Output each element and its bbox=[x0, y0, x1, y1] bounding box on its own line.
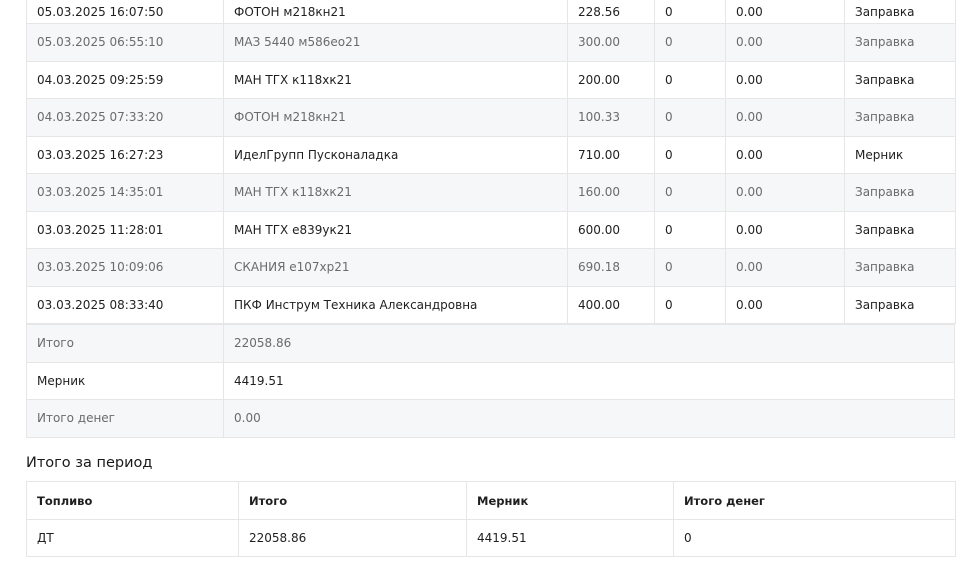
count-cell: 0 bbox=[654, 135, 726, 174]
count-cell: 0 bbox=[654, 98, 726, 137]
table-row[interactable]: 04.03.2025 07:33:20 ФОТОН м218кн21 100.3… bbox=[26, 98, 956, 137]
amount-cell: 0.00 bbox=[725, 0, 845, 24]
table-row[interactable]: 04.03.2025 09:25:59 МАН ТГХ к118хк21 200… bbox=[26, 60, 956, 99]
meter-cell: 4419.51 bbox=[466, 519, 674, 557]
name-cell: МАЗ 5440 м586ео21 bbox=[223, 23, 568, 62]
header-meter: Мерник bbox=[466, 481, 674, 520]
type-cell: Заправка bbox=[844, 98, 956, 137]
name-cell: МАН ТГХ е839ук21 bbox=[223, 210, 568, 249]
meter-label: Мерник bbox=[26, 361, 224, 400]
table-row[interactable]: 03.03.2025 14:35:01 МАН ТГХ к118хк21 160… bbox=[26, 173, 956, 212]
table-row[interactable]: 05.03.2025 06:55:10 МАЗ 5440 м586ео21 30… bbox=[26, 23, 956, 62]
total-cell: 22058.86 bbox=[238, 519, 467, 557]
volume-cell: 200.00 bbox=[567, 60, 655, 99]
total-row: Итого 22058.86 bbox=[26, 324, 955, 363]
transactions-section: 05.03.2025 16:07:50 ФОТОН м218кн21 228.5… bbox=[26, 0, 956, 438]
count-cell: 0 bbox=[654, 60, 726, 99]
volume-cell: 228.56 bbox=[567, 0, 655, 24]
type-cell: Заправка bbox=[844, 248, 956, 287]
count-cell: 0 bbox=[654, 285, 726, 324]
volume-cell: 100.33 bbox=[567, 98, 655, 137]
amount-cell: 0.00 bbox=[725, 23, 845, 62]
datetime-cell: 05.03.2025 06:55:10 bbox=[26, 23, 224, 62]
type-cell: Заправка bbox=[844, 173, 956, 212]
amount-cell: 0.00 bbox=[725, 285, 845, 324]
table-row[interactable]: 03.03.2025 08:33:40 ПКФ Инструм Техника … bbox=[26, 285, 956, 324]
money-cell: 0 bbox=[673, 519, 956, 557]
volume-cell: 160.00 bbox=[567, 173, 655, 212]
meter-row: Мерник 4419.51 bbox=[26, 361, 955, 400]
money-label: Итого денег bbox=[26, 399, 224, 438]
name-cell: ФОТОН м218кн21 bbox=[223, 98, 568, 137]
amount-cell: 0.00 bbox=[725, 173, 845, 212]
type-cell: Мерник bbox=[844, 135, 956, 174]
total-value: 22058.86 bbox=[223, 324, 955, 363]
datetime-cell: 03.03.2025 10:09:06 bbox=[26, 248, 224, 287]
volume-cell: 600.00 bbox=[567, 210, 655, 249]
name-cell: МАН ТГХ к118хк21 bbox=[223, 60, 568, 99]
period-summary-table: Топливо Итого Мерник Итого денег ДТ 2205… bbox=[26, 481, 956, 557]
volume-cell: 400.00 bbox=[567, 285, 655, 324]
datetime-cell: 03.03.2025 16:27:23 bbox=[26, 135, 224, 174]
amount-cell: 0.00 bbox=[725, 210, 845, 249]
count-cell: 0 bbox=[654, 23, 726, 62]
datetime-cell: 04.03.2025 07:33:20 bbox=[26, 98, 224, 137]
amount-cell: 0.00 bbox=[725, 248, 845, 287]
count-cell: 0 bbox=[654, 173, 726, 212]
fuel-cell: ДТ bbox=[26, 519, 239, 557]
money-row: Итого денег 0.00 bbox=[26, 399, 955, 438]
type-cell: Заправка bbox=[844, 210, 956, 249]
period-summary-title: Итого за период bbox=[26, 455, 153, 471]
totals-table: Итого 22058.86 Мерник 4419.51 Итого дене… bbox=[26, 324, 955, 438]
volume-cell: 710.00 bbox=[567, 135, 655, 174]
datetime-cell: 03.03.2025 11:28:01 bbox=[26, 210, 224, 249]
type-cell: Заправка bbox=[844, 0, 956, 24]
period-row: ДТ 22058.86 4419.51 0 bbox=[26, 519, 956, 557]
total-label: Итого bbox=[26, 324, 224, 363]
datetime-cell: 03.03.2025 08:33:40 bbox=[26, 285, 224, 324]
type-cell: Заправка bbox=[844, 285, 956, 324]
name-cell: МАН ТГХ к118хк21 bbox=[223, 173, 568, 212]
transactions-table: 05.03.2025 16:07:50 ФОТОН м218кн21 228.5… bbox=[26, 0, 956, 324]
count-cell: 0 bbox=[654, 248, 726, 287]
name-cell: ФОТОН м218кн21 bbox=[223, 0, 568, 24]
count-cell: 0 bbox=[654, 0, 726, 24]
meter-value: 4419.51 bbox=[223, 361, 955, 400]
name-cell: ИделГрупп Пусконаладка bbox=[223, 135, 568, 174]
type-cell: Заправка bbox=[844, 60, 956, 99]
table-row[interactable]: 03.03.2025 11:28:01 МАН ТГХ е839ук21 600… bbox=[26, 210, 956, 249]
amount-cell: 0.00 bbox=[725, 98, 845, 137]
volume-cell: 300.00 bbox=[567, 23, 655, 62]
header-money: Итого денег bbox=[673, 481, 956, 520]
datetime-cell: 05.03.2025 16:07:50 bbox=[26, 0, 224, 24]
money-value: 0.00 bbox=[223, 399, 955, 438]
volume-cell: 690.18 bbox=[567, 248, 655, 287]
table-row[interactable]: 03.03.2025 10:09:06 СКАНИЯ е107хр21 690.… bbox=[26, 248, 956, 287]
amount-cell: 0.00 bbox=[725, 135, 845, 174]
name-cell: СКАНИЯ е107хр21 bbox=[223, 248, 568, 287]
type-cell: Заправка bbox=[844, 23, 956, 62]
datetime-cell: 04.03.2025 09:25:59 bbox=[26, 60, 224, 99]
header-total: Итого bbox=[238, 481, 467, 520]
datetime-cell: 03.03.2025 14:35:01 bbox=[26, 173, 224, 212]
table-row[interactable]: 03.03.2025 16:27:23 ИделГрупп Пусконалад… bbox=[26, 135, 956, 174]
table-row[interactable]: 05.03.2025 16:07:50 ФОТОН м218кн21 228.5… bbox=[26, 0, 956, 24]
amount-cell: 0.00 bbox=[725, 60, 845, 99]
period-header-row: Топливо Итого Мерник Итого денег bbox=[26, 481, 956, 520]
name-cell: ПКФ Инструм Техника Александровна bbox=[223, 285, 568, 324]
header-fuel: Топливо bbox=[26, 481, 239, 520]
count-cell: 0 bbox=[654, 210, 726, 249]
